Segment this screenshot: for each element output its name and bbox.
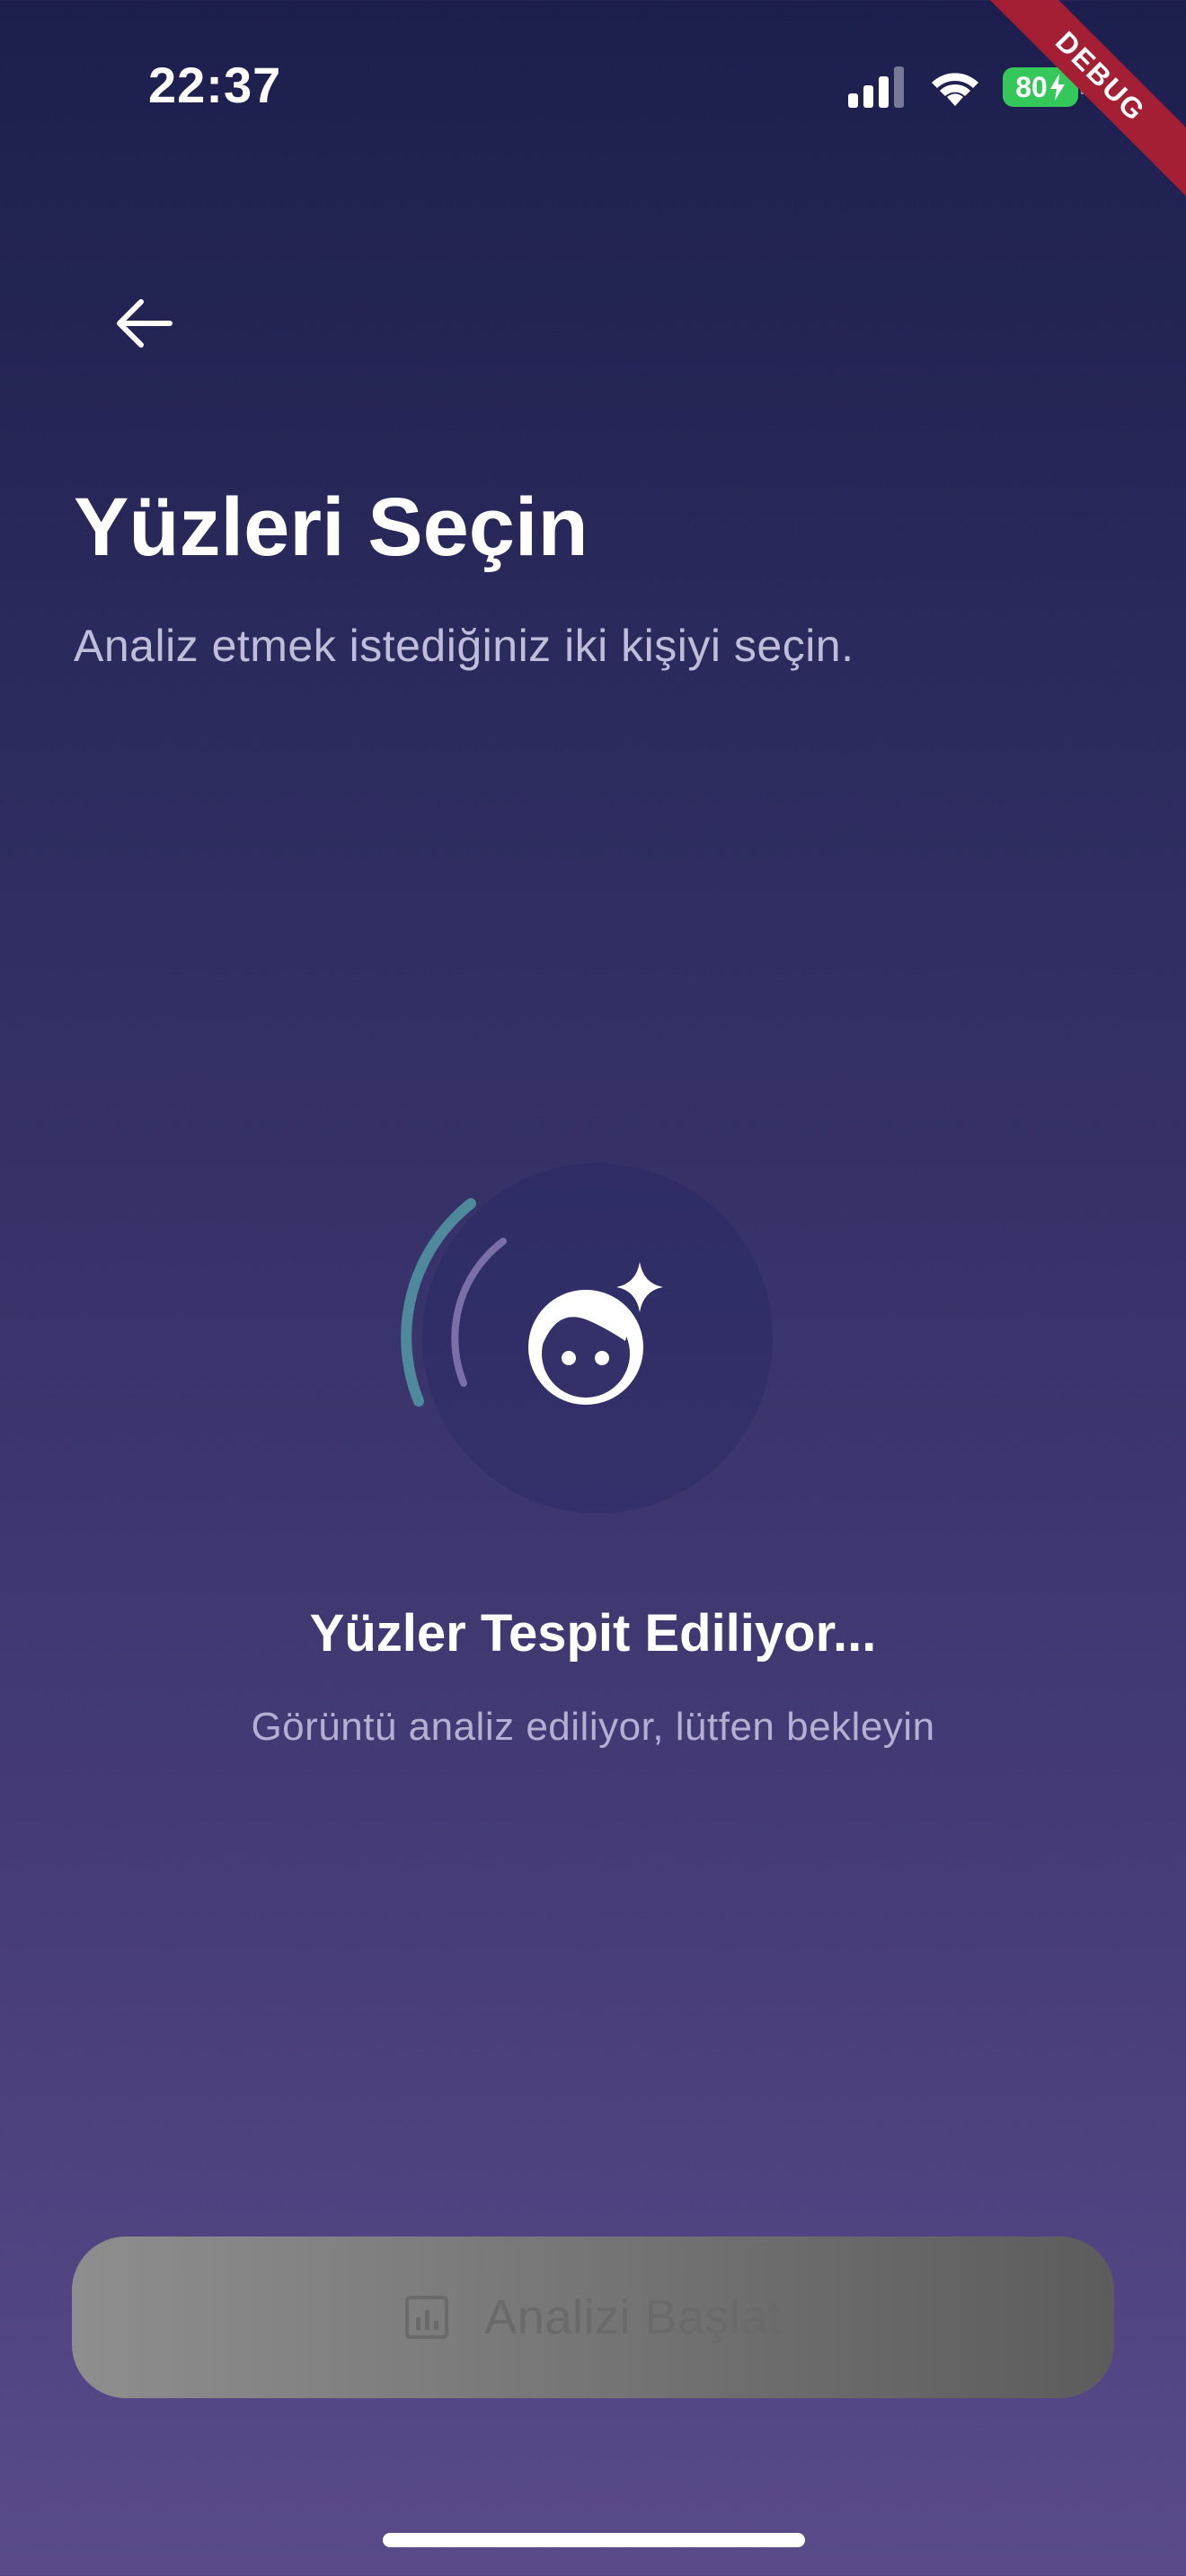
face-sparkle-icon (528, 1262, 663, 1405)
status-time: 22:37 (148, 57, 282, 113)
loading-title: Yüzler Tespit Ediliyor... (309, 1604, 877, 1663)
arrow-left-icon (117, 299, 173, 348)
status-bar: 22:37 80 (0, 0, 1186, 180)
page-subtitle: Analiz etmek istediğiniz iki kişiyi seçi… (74, 621, 854, 671)
start-analysis-button[interactable]: Analizi Başlat (72, 2236, 1114, 2398)
status-icons: 80 (848, 65, 1085, 110)
face-detection-loader (395, 1163, 773, 1540)
home-indicator[interactable] (383, 2533, 805, 2547)
start-analysis-label: Analizi Başlat (484, 2290, 783, 2344)
wifi-icon (932, 73, 978, 106)
page-title: Yüzleri Seçin (74, 481, 589, 573)
charging-bolt-icon (1049, 74, 1065, 101)
loading-message: Görüntü analiz ediliyor, lütfen bekleyin (251, 1705, 935, 1749)
battery-level: 80 (1015, 70, 1048, 103)
back-button[interactable] (99, 278, 189, 368)
bar-chart-icon (405, 2296, 449, 2339)
cellular-signal-icon (848, 66, 904, 108)
